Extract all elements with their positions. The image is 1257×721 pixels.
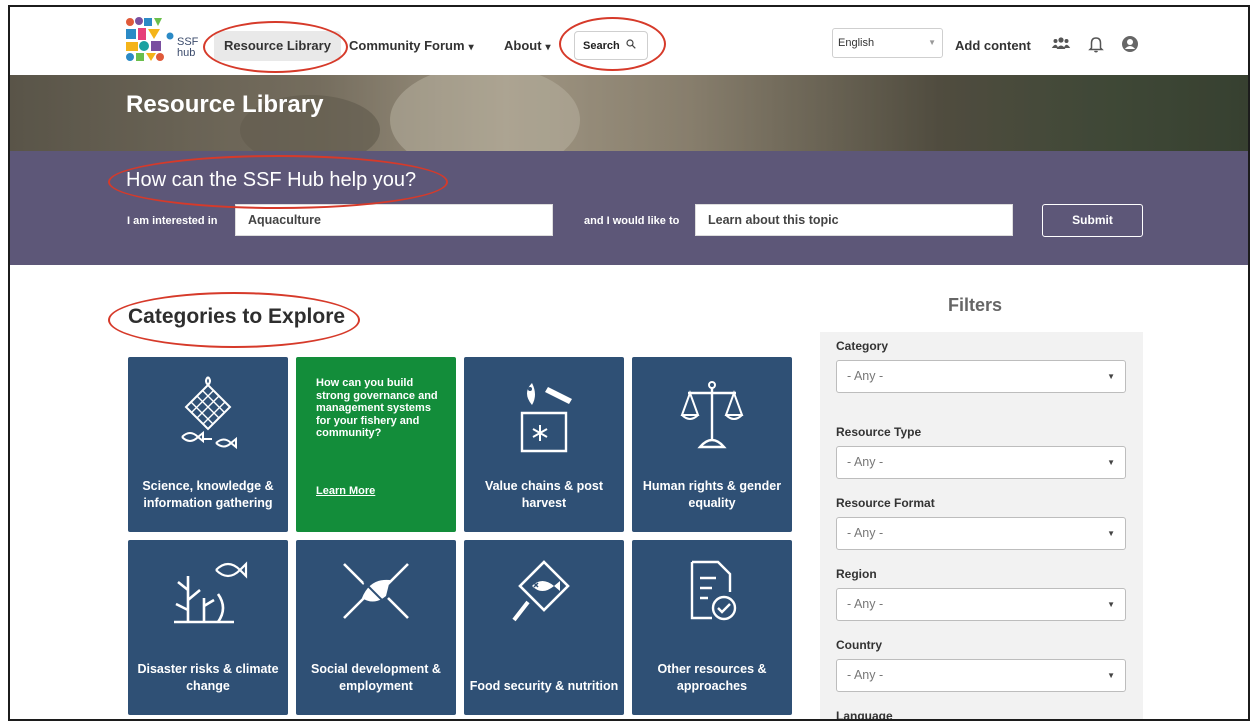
nav-about[interactable]: About ▾ <box>504 31 551 61</box>
nav-community-forum-label: Community Forum <box>349 38 465 53</box>
filter-select-value: - Any - <box>847 369 884 383</box>
hero-banner: Resource Library <box>10 75 1248 151</box>
language-select-value: English <box>838 37 875 49</box>
category-tile-label: Social development & employment <box>311 662 441 693</box>
language-select[interactable]: English ▼ <box>832 28 943 58</box>
top-navigation-bar: SSF hub Resource Library Community Forum… <box>10 7 1248 77</box>
browser-frame: SSF hub Resource Library Community Forum… <box>8 5 1250 721</box>
search-button-label: Search <box>583 40 620 52</box>
chevron-down-icon: ▼ <box>928 38 936 47</box>
page-title: Resource Library <box>126 91 324 118</box>
logo-text-hub: hub <box>177 47 196 59</box>
add-content-link[interactable]: Add content <box>955 38 1031 53</box>
filter-label-country: Country <box>836 638 882 652</box>
fish-cooler-icon <box>520 383 572 453</box>
filter-label-resource-format: Resource Format <box>836 496 935 510</box>
category-tile-label: Value chains & post harvest <box>484 479 604 510</box>
nav-community-forum[interactable]: Community Forum ▾ <box>349 31 474 61</box>
document-check-icon <box>690 560 737 621</box>
filter-select-value: - Any - <box>847 526 884 540</box>
region-filter-select[interactable]: - Any - ▼ <box>836 588 1126 621</box>
category-tile-food-security[interactable]: Food security & nutrition <box>464 540 624 715</box>
category-tile-label: Human rights & gender equality <box>642 479 782 510</box>
search-button[interactable]: Search <box>574 31 648 60</box>
filter-label-region: Region <box>836 567 877 581</box>
people-icon[interactable] <box>1051 34 1071 54</box>
nav-resource-library-label: Resource Library <box>224 38 331 53</box>
governance-promo-tile[interactable]: How can you build strong governance and … <box>296 357 456 532</box>
category-tile-label: Science, knowledge & information gatheri… <box>142 479 274 510</box>
chevron-down-icon: ▼ <box>1107 458 1115 467</box>
category-tile-label: Food security & nutrition <box>469 679 619 693</box>
chevron-down-icon: ▼ <box>1107 671 1115 680</box>
interest-label: I am interested in <box>127 215 218 227</box>
filter-select-value: - Any - <box>847 455 884 469</box>
search-icon <box>626 38 636 52</box>
submit-button[interactable]: Submit <box>1042 204 1143 237</box>
category-tile-human-rights[interactable]: Human rights & gender equality <box>632 357 792 532</box>
hands-together-icon <box>343 563 409 619</box>
chevron-down-icon: ▼ <box>1107 372 1115 381</box>
filters-heading: Filters <box>948 295 1003 315</box>
learn-more-link[interactable]: Learn More <box>316 485 375 497</box>
nav-about-label: About <box>504 38 542 53</box>
coral-fish-icon <box>174 561 248 624</box>
chevron-down-icon: ▾ <box>468 42 474 53</box>
logo-wordmark: SSF hub <box>177 37 198 59</box>
fishing-net-icon <box>181 376 237 450</box>
nav-resource-library[interactable]: Resource Library <box>214 31 341 61</box>
category-tile-label: Other resources & approaches <box>657 662 767 693</box>
user-circle-icon[interactable] <box>1120 34 1140 54</box>
scales-icon <box>680 381 744 449</box>
chevron-down-icon: ▼ <box>1107 529 1115 538</box>
filters-panel: Category - Any - ▼ Resource Type - Any -… <box>820 332 1143 721</box>
category-tile-value-chains[interactable]: Value chains & post harvest <box>464 357 624 532</box>
category-tile-social-development[interactable]: Social development & employment <box>296 540 456 715</box>
category-tile-label: Disaster risks & climate change <box>137 662 279 693</box>
goal-label: and I would like to <box>584 215 680 227</box>
category-tile-disaster-risks[interactable]: Disaster risks & climate change <box>128 540 288 715</box>
hero-photo-shape <box>390 75 580 151</box>
filter-label-language: Language <box>836 709 893 721</box>
interest-input[interactable]: Aquaculture <box>235 204 553 236</box>
category-tile-science[interactable]: Science, knowledge & information gatheri… <box>128 357 288 532</box>
categories-heading: Categories to Explore <box>128 305 346 328</box>
resource-format-filter-select[interactable]: - Any - ▼ <box>836 517 1126 550</box>
goal-input[interactable]: Learn about this topic <box>695 204 1013 236</box>
filter-select-value: - Any - <box>847 597 884 611</box>
help-question: How can the SSF Hub help you? <box>126 169 417 191</box>
filter-label-category: Category <box>836 339 889 353</box>
help-search-band: How can the SSF Hub help you? I am inter… <box>10 151 1248 265</box>
chevron-down-icon: ▾ <box>545 42 551 53</box>
fish-plate-icon <box>512 560 570 622</box>
category-filter-select[interactable]: - Any - ▼ <box>836 360 1126 393</box>
resource-type-filter-select[interactable]: - Any - ▼ <box>836 446 1126 479</box>
bell-icon[interactable] <box>1086 34 1106 54</box>
filter-label-resource-type: Resource Type <box>836 425 922 439</box>
category-tile-other-resources[interactable]: Other resources & approaches <box>632 540 792 715</box>
governance-promo-text: How can you build strong governance and … <box>316 377 438 439</box>
country-filter-select[interactable]: - Any - ▼ <box>836 659 1126 692</box>
filter-select-value: - Any - <box>847 668 884 682</box>
chevron-down-icon: ▼ <box>1107 600 1115 609</box>
